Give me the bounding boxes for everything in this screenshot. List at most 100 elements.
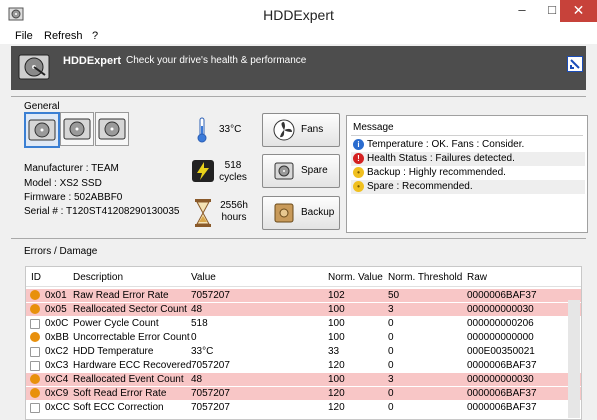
cell-norm-value: 102 [328,290,345,301]
errors-group-label: Errors / Damage [24,246,98,257]
spare-button[interactable]: Spare [262,154,340,188]
message-text: Health Status : Failures detected. [367,153,515,164]
plus-icon [30,347,40,357]
cell-norm-threshold: 0 [388,388,394,399]
hard-drive-icon [98,118,126,140]
table-row[interactable]: 0x05 Reallocated Sector Count 48 100 3 0… [26,303,581,316]
message-header: Message [353,122,394,133]
cell-norm-value: 120 [328,402,345,413]
menu-help[interactable]: ? [92,30,98,42]
table-row[interactable]: 0xC2 HDD Temperature 33°C 33 0 000E00350… [26,345,581,358]
hours-unit: hours [221,212,247,223]
hard-drive-icon [18,54,50,80]
serial-text: Serial # : T120ST41208290130035 [24,206,180,217]
message-item[interactable]: i Temperature : OK. Fans : Consider. [351,138,585,152]
error-icon: ! [353,153,364,164]
cell-value: 7057207 [191,388,230,399]
plus-icon [30,319,40,329]
warning-icon [30,374,40,384]
warning-icon [30,332,40,342]
cell-id: 0xC2 [45,346,69,357]
hard-drive-icon [274,162,294,180]
temperature-value: 33°C [219,124,242,135]
cell-norm-threshold: 0 [388,360,394,371]
warning-icon [30,290,40,300]
plus-icon [30,361,40,371]
message-panel: Message i Temperature : OK. Fans : Consi… [346,115,588,233]
cell-norm-threshold: 0 [388,318,394,329]
column-header-id[interactable]: ID [31,272,41,283]
cell-id: 0xC3 [45,360,69,371]
cycles-value: 518 [224,160,242,171]
bulb-icon: • [353,181,364,192]
table-row[interactable]: 0x0C Power Cycle Count 518 100 0 0000000… [26,317,581,330]
cell-raw: 0000006BAF37 [467,360,537,371]
cell-norm-threshold: 0 [388,332,394,343]
cell-id: 0x0C [45,318,69,329]
firmware-text: Firmware : 502ABBF0 [24,192,123,203]
cell-description: Reallocated Event Count [73,374,184,385]
plus-icon [30,403,40,413]
table-row[interactable]: 0xC4 Reallocated Event Count 48 100 3 00… [26,373,581,386]
cell-value: 7057207 [191,290,230,301]
column-header-norm-value[interactable]: Norm. Value [328,272,383,283]
column-header-norm-threshold[interactable]: Norm. Threshold [388,272,462,283]
backup-button-label: Backup [301,207,335,218]
cell-id: 0xCC [45,402,71,413]
message-text: Backup : Highly recommended. [367,167,506,178]
message-item[interactable]: • Backup : Highly recommended. [351,166,585,180]
cell-norm-value: 100 [328,304,345,315]
cell-id: 0xBB [45,332,69,343]
bulb-icon: • [353,167,364,178]
drive-selector-3[interactable] [95,112,129,146]
divider [11,96,586,97]
menu-refresh[interactable]: Refresh [44,30,83,42]
cell-id: 0xC9 [45,388,69,399]
menu-file[interactable]: File [15,30,33,42]
banner-tagline: Check your drive's health & performance [126,55,307,66]
table-row[interactable]: 0xC9 Soft Read Error Rate 7057207 120 0 … [26,387,581,400]
cell-value: 7057207 [191,360,230,371]
cell-norm-value: 33 [328,346,340,357]
drive-selector-1[interactable] [24,112,60,148]
cell-description: Raw Read Error Rate [73,290,169,301]
cell-raw: 000000000000 [467,332,534,343]
cell-value: 518 [191,318,208,329]
minimize-button[interactable]: – [505,0,539,22]
cell-raw: 000000000030 [467,374,534,385]
drive-selector-2[interactable] [60,112,94,146]
table-row[interactable]: 0xC3 Hardware ECC Recovered 7057207 120 … [26,359,581,372]
cell-description: Power Cycle Count [73,318,159,329]
manufacturer-text: Manufacturer : TEAM [24,163,119,174]
cell-norm-threshold: 50 [388,290,400,301]
cell-norm-threshold: 3 [388,304,394,315]
backup-button[interactable]: Backup [262,196,340,230]
message-text: Temperature : OK. Fans : Consider. [367,139,525,150]
column-header-description[interactable]: Description [73,272,123,283]
divider [351,135,583,136]
cell-raw: 0000006BAF37 [467,290,537,301]
table-row[interactable]: 0xCC Soft ECC Correction 7057207 120 0 0… [26,401,581,414]
info-icon: i [353,139,364,150]
title-bar: HDDExpert – □ ✕ [0,0,597,31]
fans-button[interactable]: Fans [262,113,340,147]
cell-id: 0xC4 [45,374,69,385]
cell-value: 7057207 [191,402,230,413]
column-header-value[interactable]: Value [191,272,216,283]
table-row[interactable]: 0x01 Raw Read Error Rate 7057207 102 50 … [26,289,581,302]
cell-norm-value: 100 [328,318,345,329]
model-text: Model : XS2 SSD [24,178,102,189]
cell-norm-value: 100 [328,332,345,343]
table-row[interactable]: 0xBB Uncorrectable Error Count 0 100 0 0… [26,331,581,344]
cell-value: 48 [191,374,203,385]
message-item[interactable]: ! Health Status : Failures detected. [351,152,585,166]
hard-drive-icon [28,119,56,141]
close-button[interactable]: ✕ [560,0,597,22]
cell-value: 33°C [191,346,214,357]
cell-raw: 0000006BAF37 [467,388,537,399]
message-item[interactable]: • Spare : Recommended. [351,180,585,194]
column-header-raw[interactable]: Raw [467,272,487,283]
table-scrollbar[interactable] [568,300,580,418]
shortcut-icon[interactable] [567,56,583,72]
cell-description: Soft ECC Correction [73,402,164,413]
